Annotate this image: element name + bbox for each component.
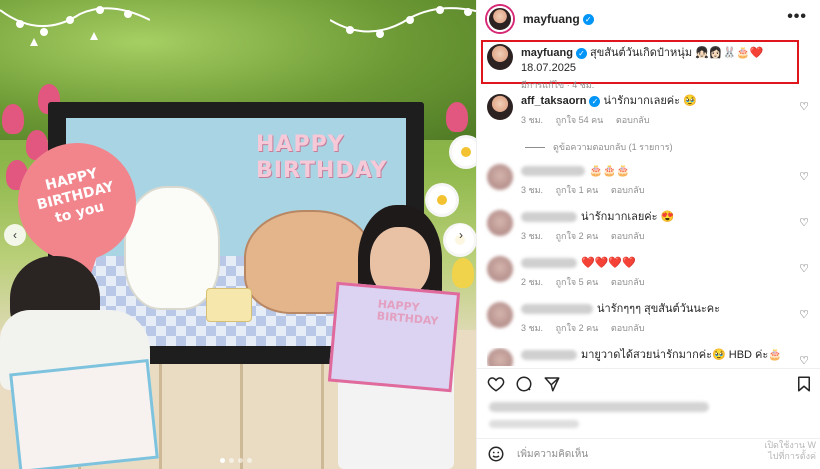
comment-item: น่ารักมากเลยค่ะ 😍 3 ชม. ถูกใจ 2 คน ตอบกล… xyxy=(487,210,811,243)
daisy-flower xyxy=(452,138,476,166)
comment-likes[interactable]: ถูกใจ 1 คน xyxy=(556,185,599,195)
post-panel: mayfuang ✓ ••• mayfuang ✓ สุขสันต์วันเกิด… xyxy=(476,0,820,469)
comment-text: น่ารักมากเลยค่ะ 😍 xyxy=(581,211,675,223)
comment-likes[interactable]: ถูกใจ 2 คน xyxy=(556,231,599,241)
action-bar xyxy=(477,368,820,398)
post-header: mayfuang ✓ ••• xyxy=(477,0,820,38)
like-heart-icon[interactable]: ♡ xyxy=(799,262,809,275)
comment-time: 3 ชม. xyxy=(521,185,544,195)
comment-text: ❤️❤️❤️❤️ xyxy=(581,257,636,269)
carousel-dots xyxy=(220,458,252,463)
comment-text: มายูวาดได้สวยน่ารักมากค่ะ🥹 HBD ค่ะ🎂 xyxy=(581,349,782,361)
comment-item: น่ารักๆๆๆ สุขสันต์วันนะคะ 3 ชม. ถูกใจ 2 … xyxy=(487,302,811,335)
avatar[interactable] xyxy=(487,348,513,366)
bubble-text: HAPPY BIRTHDAY to you xyxy=(35,165,116,227)
avatar[interactable] xyxy=(487,210,513,236)
avatar[interactable] xyxy=(487,94,513,120)
card-text: HAPPY BIRTHDAY xyxy=(376,297,439,328)
reply-button[interactable]: ตอบกลับ xyxy=(611,323,645,333)
artwork-text: HAPPY BIRTHDAY xyxy=(256,132,388,183)
carousel-next-button[interactable]: › xyxy=(450,224,472,246)
verified-badge-icon: ✓ xyxy=(575,47,587,59)
birthday-card: HAPPY BIRTHDAY xyxy=(327,281,461,393)
post-caption: mayfuang ✓ สุขสันต์วันเกิดป๋าหนุ่ม 👧🏻👩🏻🐰🎂… xyxy=(487,44,820,93)
tulip-flower xyxy=(446,102,468,132)
post-date-blurred xyxy=(489,420,579,428)
view-replies-button[interactable]: ดูข้อความตอบกลับ (1 รายการ) xyxy=(525,140,673,154)
reply-button[interactable]: ตอบกลับ xyxy=(611,185,645,195)
reply-button[interactable]: ตอบกลับ xyxy=(611,231,645,241)
comment-item: 🎂🎂🎂 3 ชม. ถูกใจ 1 คน ตอบกลับ ♡ xyxy=(487,164,811,197)
blurred-username xyxy=(521,304,593,315)
comment-text: น่ารักมากเลยค่ะ 🥹 xyxy=(603,95,697,107)
post-image[interactable]: HAPPY BIRTHDAY HAPPY BIRTHDAY to you HAP… xyxy=(0,0,476,469)
header-username[interactable]: mayfuang xyxy=(523,12,580,26)
avatar[interactable] xyxy=(487,44,513,70)
comment-time: 3 ชม. xyxy=(521,115,544,125)
blurred-username xyxy=(521,166,585,177)
blurred-username xyxy=(521,350,577,361)
avatar[interactable] xyxy=(487,164,513,190)
activation-watermark: เปิดใช้งาน W ไปที่การตั้งค่ xyxy=(764,440,816,461)
verified-badge-icon: ✓ xyxy=(582,13,594,25)
child-holding-card: HAPPY BIRTHDAY xyxy=(318,205,468,469)
comment-likes[interactable]: ถูกใจ 5 คน xyxy=(556,277,599,287)
avatar[interactable] xyxy=(487,256,513,282)
like-heart-icon[interactable]: ♡ xyxy=(799,308,809,321)
cake-drawing xyxy=(206,288,252,322)
comment-time: 3 ชม. xyxy=(521,323,544,333)
comment-time: 3 ชม. xyxy=(521,231,544,241)
verified-badge-icon: ✓ xyxy=(589,95,601,107)
carousel-prev-button[interactable]: ‹ xyxy=(4,224,26,246)
like-heart-icon[interactable]: ♡ xyxy=(799,170,809,183)
like-heart-icon[interactable]: ♡ xyxy=(799,216,809,229)
comment-icon[interactable] xyxy=(515,375,533,393)
carousel-dot xyxy=(220,458,225,463)
carousel-dot xyxy=(238,458,243,463)
add-comment-input[interactable]: เพิ่มความคิดเห็น xyxy=(517,447,588,462)
avatar[interactable] xyxy=(487,6,513,32)
carousel-dot xyxy=(247,458,252,463)
comment-likes[interactable]: ถูกใจ 54 คน xyxy=(556,115,604,125)
comment-username[interactable]: aff_taksaorn xyxy=(521,95,586,107)
comment-item: ❤️❤️❤️❤️ 2 ชม. ถูกใจ 5 คน ตอบกลับ ♡ xyxy=(487,256,811,289)
like-heart-icon[interactable] xyxy=(487,375,505,393)
reply-button[interactable]: ตอบกลับ xyxy=(611,277,645,287)
bunting-decoration xyxy=(330,6,476,38)
drawing-paper xyxy=(9,358,159,469)
more-options-icon[interactable]: ••• xyxy=(787,8,807,26)
reply-button[interactable]: ตอบกลับ xyxy=(616,115,650,125)
blurred-username xyxy=(521,258,577,269)
caption-meta: มีการแก้ไข · 4 ชม. xyxy=(521,80,595,90)
like-heart-icon[interactable]: ♡ xyxy=(799,354,809,366)
emoji-icon[interactable] xyxy=(487,445,505,463)
avatar[interactable] xyxy=(487,302,513,328)
likes-count-blurred[interactable] xyxy=(489,402,709,412)
comment-item: มายูวาดได้สวยน่ารักมากค่ะ🥹 HBD ค่ะ🎂 ♡ xyxy=(487,348,811,366)
comment-text: น่ารักๆๆๆ สุขสันต์วันนะคะ xyxy=(597,303,721,315)
bunting-decoration xyxy=(0,6,150,46)
caption-username[interactable]: mayfuang xyxy=(521,47,573,59)
carousel-dot xyxy=(229,458,234,463)
bookmark-icon[interactable] xyxy=(795,375,813,393)
tulip-flower xyxy=(2,104,24,134)
child-drawing xyxy=(0,256,160,469)
comment-likes[interactable]: ถูกใจ 2 คน xyxy=(556,323,599,333)
comment-text: 🎂🎂🎂 xyxy=(589,165,631,177)
like-heart-icon[interactable]: ♡ xyxy=(799,100,809,113)
share-icon[interactable] xyxy=(543,375,561,393)
blurred-username xyxy=(521,212,577,223)
comment-item: aff_taksaorn ✓ น่ารักมากเลยค่ะ 🥹 3 ชม. ถู… xyxy=(487,94,811,127)
comment-time: 2 ชม. xyxy=(521,277,544,287)
